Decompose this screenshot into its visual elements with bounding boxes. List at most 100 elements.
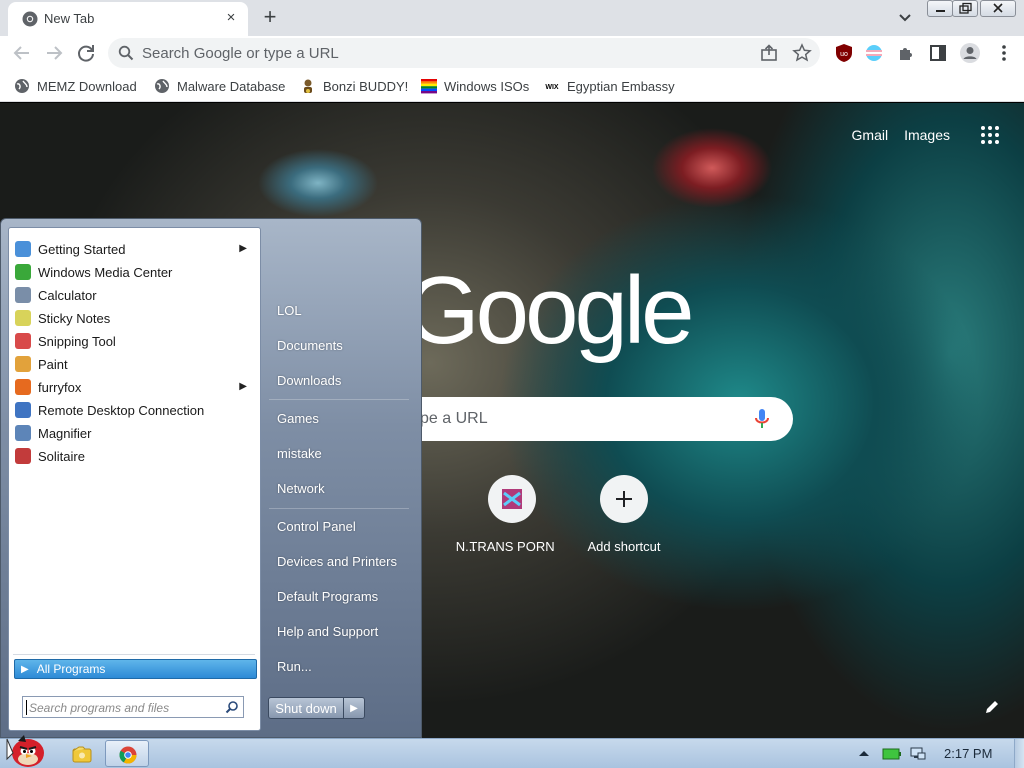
bookmark-label: MEMZ Download: [37, 78, 137, 94]
search-icon: [118, 45, 134, 61]
places-divider: [269, 399, 409, 400]
place-help-and-support[interactable]: Help and Support: [277, 624, 378, 639]
microphone-icon[interactable]: [752, 408, 772, 430]
share-icon[interactable]: [760, 44, 778, 62]
forward-arrow-icon[interactable]: [42, 41, 66, 65]
text-cursor: [26, 700, 27, 715]
submenu-arrow-icon: ▶: [239, 381, 247, 392]
all-programs-arrow-icon: ▶: [21, 663, 29, 675]
shortcut-label: TRANS PORN: [469, 539, 555, 554]
bookmark-memz-download[interactable]: MEMZ Download: [14, 76, 137, 96]
program-furryfox[interactable]: furryfox ▶: [13, 376, 255, 398]
extensions-puzzle-icon[interactable]: [894, 41, 918, 65]
place-run[interactable]: Run...: [277, 659, 312, 674]
shortcut-trans-porn[interactable]: TRANS PORN: [456, 475, 568, 554]
start-menu: Getting Started ▶ Windows Media Center Calc…: [0, 218, 422, 738]
program-label: Solitaire: [38, 448, 85, 464]
place-documents[interactable]: Documents: [277, 338, 343, 353]
network-icon[interactable]: [910, 746, 926, 762]
program-icon: [15, 310, 31, 326]
new-tab-button[interactable]: +: [258, 6, 282, 30]
place-games[interactable]: Games: [277, 411, 319, 426]
bookmark-label: Bonzi BUDDY!: [323, 78, 409, 94]
site-icon: [488, 475, 536, 523]
wix-icon: WIX: [545, 84, 559, 91]
battery-icon[interactable]: [882, 748, 902, 760]
program-remote-desktop-connection[interactable]: Remote Desktop Connection: [13, 399, 255, 421]
program-label: Windows Media Center: [38, 264, 173, 280]
program-icon: [15, 425, 31, 441]
program-magnifier[interactable]: Magnifier: [13, 422, 255, 444]
bookmark-egyptian-embassy[interactable]: WIX Egyptian Embassy: [544, 76, 674, 96]
images-link[interactable]: Images: [904, 127, 950, 143]
place-devices-and-printers[interactable]: Devices and Printers: [277, 554, 397, 569]
place-default-programs[interactable]: Default Programs: [277, 589, 378, 604]
show-desktop-button[interactable]: [1014, 739, 1024, 768]
program-icon: [15, 448, 31, 464]
tab-close-button[interactable]: ×: [222, 9, 240, 27]
windows-explorer-icon[interactable]: [70, 742, 94, 766]
program-label: Paint: [38, 356, 68, 372]
ublock-extension-icon[interactable]: uo: [832, 41, 856, 65]
program-icon: [15, 379, 31, 395]
program-getting-started[interactable]: Getting Started ▶: [13, 238, 255, 260]
system-clock[interactable]: 2:17 PM: [944, 746, 992, 761]
program-label: furryfox: [38, 379, 82, 395]
start-search-input[interactable]: Search programs and files: [22, 696, 244, 718]
menu-kebab-icon[interactable]: [992, 41, 1016, 65]
bookmark-star-icon[interactable]: [792, 43, 812, 63]
program-paint[interactable]: Paint: [13, 353, 255, 375]
apps-grid-icon[interactable]: [980, 125, 1000, 145]
minimize-button[interactable]: [927, 0, 953, 17]
search-icon[interactable]: [225, 700, 239, 714]
gmail-link[interactable]: Gmail: [852, 127, 889, 143]
chrome-icon: [119, 746, 137, 764]
tab-search-icon[interactable]: [894, 8, 916, 28]
shortcut-label: Add shortcut: [587, 539, 661, 554]
program-label: Snipping Tool: [38, 333, 116, 349]
show-hidden-icons-arrow-icon[interactable]: [858, 748, 870, 758]
program-calculator[interactable]: Calculator: [13, 284, 255, 306]
bookmark-bonzi-buddy[interactable]: Bonzi BUDDY!: [300, 76, 408, 96]
start-button-angry-bird-icon[interactable]: [2, 733, 50, 768]
program-icon: [15, 402, 31, 418]
address-bar[interactable]: Search Google or type a URL: [108, 38, 820, 68]
shut-down-button[interactable]: Shut down: [268, 697, 344, 719]
place-network[interactable]: Network: [277, 481, 325, 496]
google-top-nav: Gmail Images: [852, 125, 1000, 145]
restore-button[interactable]: [952, 0, 978, 17]
shut-down-options-button[interactable]: ▶: [344, 697, 365, 719]
program-solitaire[interactable]: Solitaire: [13, 445, 255, 467]
svg-text:WIX: WIX: [545, 84, 559, 91]
program-windows-media-center[interactable]: Windows Media Center: [13, 261, 255, 283]
back-arrow-icon[interactable]: [10, 41, 34, 65]
reload-icon[interactable]: [74, 41, 98, 65]
program-label: Sticky Notes: [38, 310, 111, 326]
places-divider: [269, 508, 409, 509]
close-window-button[interactable]: [980, 0, 1016, 17]
bookmark-windows-isos[interactable]: Windows ISOs: [421, 76, 529, 96]
place-mistake[interactable]: mistake: [277, 446, 322, 461]
place-downloads[interactable]: Downloads: [277, 373, 341, 388]
program-icon: [15, 287, 31, 303]
program-sticky-notes[interactable]: Sticky Notes: [13, 307, 255, 329]
tab-strip: New Tab × +: [0, 0, 1024, 36]
place-control-panel[interactable]: Control Panel: [277, 519, 356, 534]
all-programs-button[interactable]: ▶ All Programs: [14, 659, 257, 679]
program-label: Calculator: [38, 287, 97, 303]
browser-toolbar: Search Google or type a URL uo: [0, 36, 1024, 70]
shortcut-add[interactable]: Add shortcut: [568, 475, 680, 554]
taskbar-chrome-button[interactable]: [105, 740, 149, 767]
program-snipping-tool[interactable]: Snipping Tool: [13, 330, 255, 352]
tab-new-tab[interactable]: New Tab ×: [8, 2, 248, 36]
profile-avatar-icon[interactable]: [958, 41, 982, 65]
bookmark-malware-database[interactable]: Malware Database: [154, 76, 285, 96]
address-bar-placeholder: Search Google or type a URL: [142, 45, 339, 62]
google-logo: Google: [405, 257, 695, 364]
place-lol[interactable]: LOL: [277, 303, 302, 318]
trans-flag-extension-icon[interactable]: [862, 41, 886, 65]
side-panel-icon[interactable]: [926, 41, 950, 65]
pencil-icon[interactable]: [982, 697, 1002, 717]
taskbar: 2:17 PM: [0, 735, 1024, 768]
program-icon: [15, 356, 31, 372]
